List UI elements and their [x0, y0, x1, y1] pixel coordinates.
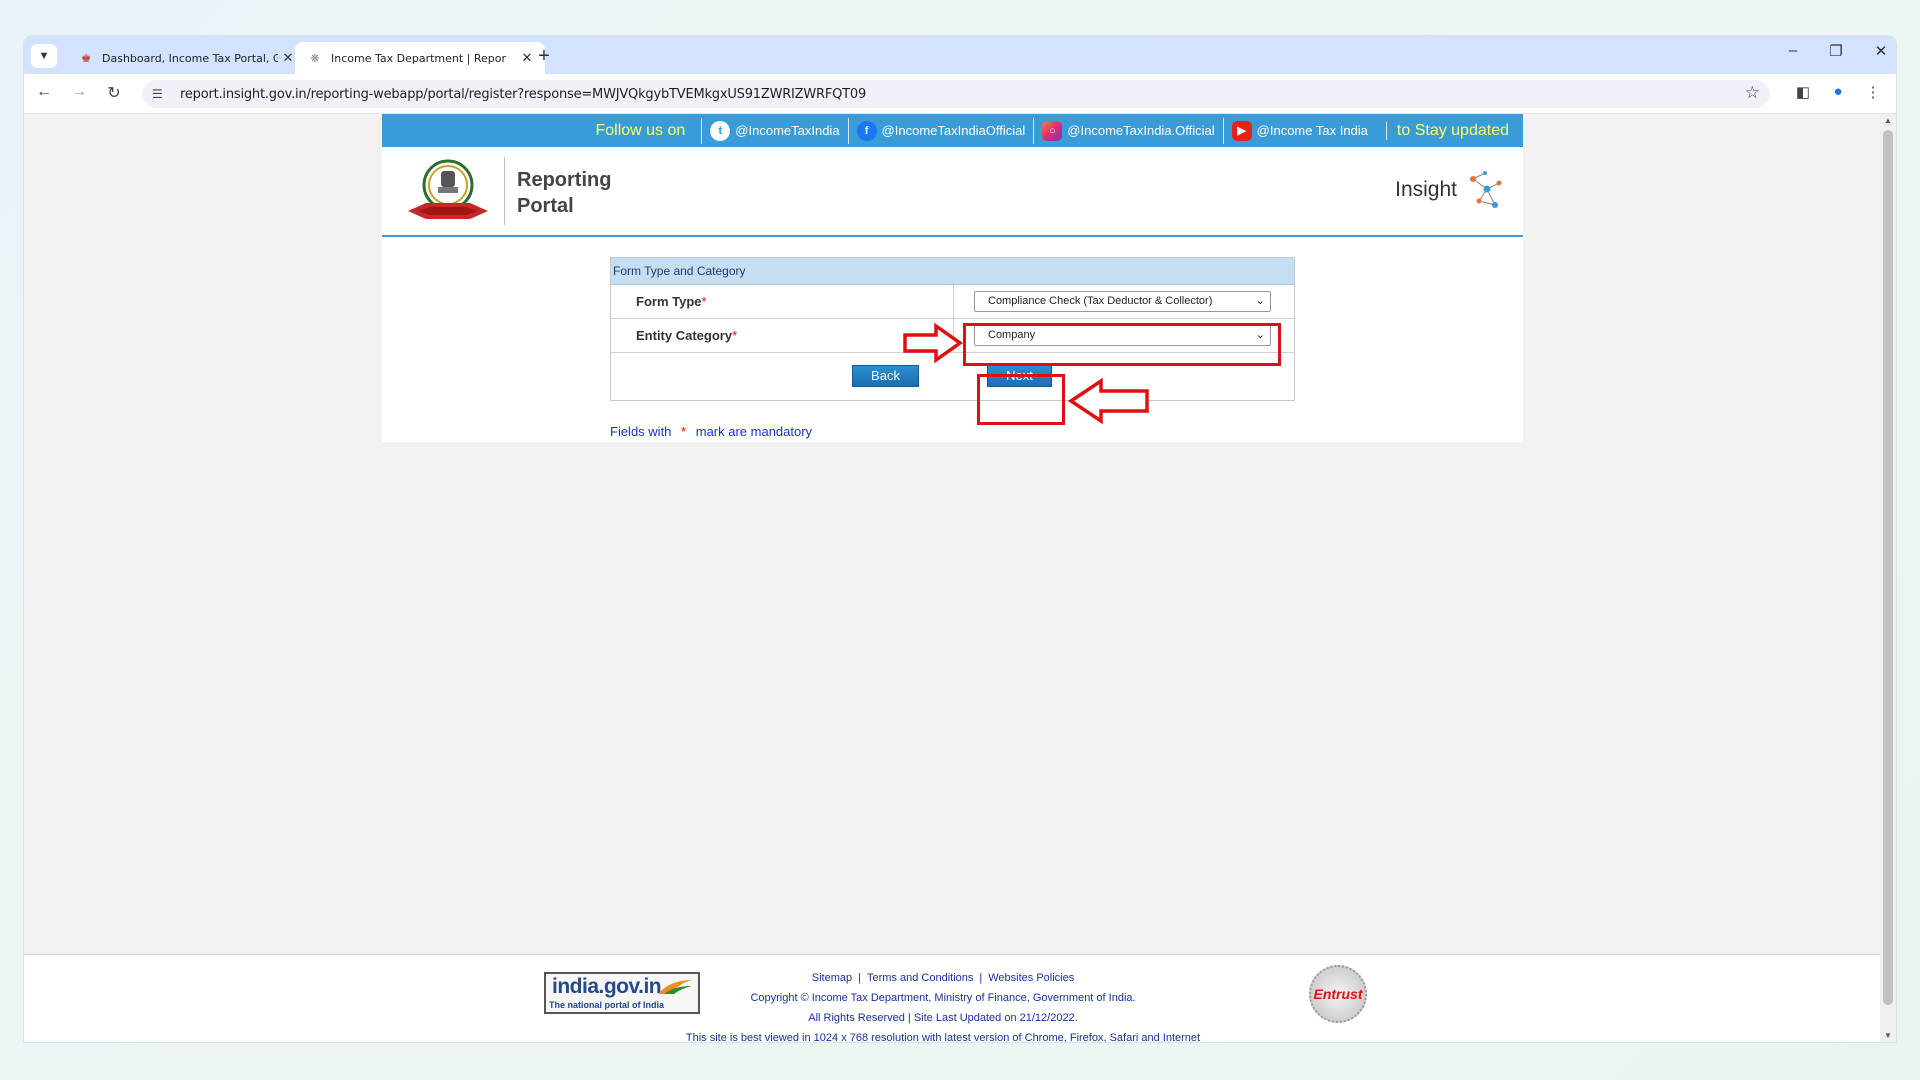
side-panel-icon[interactable]: ◧ [1792, 83, 1814, 101]
portal-header: Reporting Portal Insight [382, 147, 1523, 237]
follow-us-text: Follow us on [595, 121, 686, 139]
form-section-title: Form Type and Category [611, 258, 1294, 285]
scroll-up-icon[interactable]: ▲ [1880, 116, 1896, 125]
mandatory-note-suffix: mark are mandatory [695, 424, 813, 439]
tab-title: Dashboard, Income Tax Portal, G [102, 51, 278, 65]
menu-kebab-icon[interactable]: ⋮ [1862, 83, 1884, 101]
instagram-icon: ○ [1042, 120, 1063, 141]
site-settings-icon[interactable]: ☰ [152, 87, 174, 101]
social-bar: Follow us on t @IncomeTaxIndia f @Income… [382, 114, 1523, 147]
portal-title: Reporting Portal [517, 167, 657, 219]
form-type-row: Form Type* Compliance Check (Tax Deducto… [611, 285, 1294, 319]
footer-link-policies[interactable]: Websites Policies [988, 972, 1074, 984]
social-handle: @IncomeTaxIndiaOfficial [881, 123, 1026, 138]
insight-favicon-icon: ❋ [310, 51, 320, 65]
social-handle: @Income Tax India [1256, 123, 1368, 138]
social-handle: @IncomeTaxIndia.Official [1067, 123, 1215, 138]
social-link-youtube[interactable]: ▶ @Income Tax India [1222, 117, 1376, 144]
social-handle: @IncomeTaxIndia [735, 123, 840, 138]
reload-icon[interactable]: ↻ [103, 83, 125, 103]
insight-network-icon [1470, 171, 1502, 208]
page-viewport: Follow us on t @IncomeTaxIndia f @Income… [24, 114, 1896, 1042]
page-footer: india.gov.in The national portal of Indi… [24, 954, 1880, 1042]
portal-title-line2: Portal [517, 195, 574, 217]
tab-strip: ▼ ♚ Dashboard, Income Tax Portal, G ✕ ❋ … [24, 36, 1896, 74]
close-window-icon[interactable]: ✕ [1866, 42, 1896, 60]
browser-window: ▼ ♚ Dashboard, Income Tax Portal, G ✕ ❋ … [24, 36, 1896, 1042]
portal-title-line1: Reporting [517, 169, 612, 191]
back-button[interactable]: Back [852, 365, 919, 387]
entrust-badge-text: Entrust [1313, 986, 1363, 1002]
footer-copyright: Copyright © Income Tax Department, Minis… [750, 992, 1136, 1004]
footer-link-sitemap[interactable]: Sitemap [812, 972, 852, 984]
social-link-instagram[interactable]: ○ @IncomeTaxIndia.Official [1033, 117, 1222, 144]
income-tax-favicon-icon: ♚ [81, 51, 91, 65]
form-type-selected-value: Compliance Check (Tax Deductor & Collect… [988, 295, 1213, 307]
tab-search-button[interactable]: ▼ [31, 44, 57, 68]
india-gov-logo-text: india.gov.in [552, 975, 662, 998]
form-type-select[interactable]: Compliance Check (Tax Deductor & Collect… [974, 291, 1271, 312]
footer-text-block: Sitemap | Terms and Conditions | Websites Po… [664, 968, 1222, 1042]
form-type-label: Form Type* [611, 285, 954, 318]
arrow-left-annotation-icon [1067, 377, 1149, 425]
scroll-down-icon[interactable]: ▼ [1880, 1031, 1896, 1040]
youtube-icon: ▶ [1231, 120, 1252, 141]
url-text[interactable]: report.insight.gov.in/reporting-webapp/p… [180, 87, 866, 102]
tab-reporting-portal[interactable]: ❋ Income Tax Department | Repor ✕ [295, 42, 545, 74]
tab-dashboard[interactable]: ♚ Dashboard, Income Tax Portal, G ✕ [66, 42, 306, 74]
twitter-icon: t [710, 120, 731, 141]
stay-updated-text: to Stay updated [1385, 121, 1509, 140]
highlight-box-next [977, 374, 1065, 425]
header-divider [504, 157, 505, 225]
minimize-icon[interactable]: – [1778, 42, 1808, 59]
chevron-down-icon: ⌄ [1255, 295, 1265, 307]
scrollbar-thumb[interactable] [1883, 130, 1893, 1005]
form-type-label-text: Form Type [636, 294, 702, 309]
footer-links: Sitemap | Terms and Conditions | Websites Po… [811, 972, 1075, 984]
form-type-cell: Compliance Check (Tax Deductor & Collect… [954, 285, 1294, 318]
india-gov-logo-subtext: The national portal of India [549, 1000, 665, 1010]
tab-title: Income Tax Department | Repor [331, 51, 507, 65]
arrow-right-annotation-icon [903, 323, 964, 363]
highlight-box-form-type [963, 323, 1281, 366]
income-tax-emblem-logo [408, 159, 488, 219]
social-link-facebook[interactable]: f @IncomeTaxIndiaOfficial [847, 117, 1034, 144]
forward-arrow-icon[interactable]: → [68, 83, 90, 101]
required-mark: * [732, 328, 738, 343]
footer-best-viewed: This site is best viewed in 1024 x 768 r… [685, 1032, 1201, 1042]
bookmark-star-icon[interactable]: ☆ [1745, 83, 1760, 103]
mandatory-note-prefix: Fields with [610, 424, 672, 439]
social-link-twitter[interactable]: t @IncomeTaxIndia [701, 117, 847, 144]
entity-category-label-text: Entity Category [636, 328, 733, 343]
restore-icon[interactable]: ❐ [1821, 42, 1851, 60]
required-mark: * [701, 294, 707, 309]
footer-rights: All Rights Reserved | Site Last Updated … [808, 1012, 1078, 1024]
insight-logo: Insight [1395, 169, 1505, 211]
new-tab-button[interactable]: + [531, 45, 557, 67]
footer-link-terms[interactable]: Terms and Conditions [867, 972, 973, 984]
facebook-icon: f [856, 120, 877, 141]
page-scrollbar[interactable]: ▲ ▼ [1880, 114, 1896, 1042]
address-bar[interactable]: ☰ report.insight.gov.in/reporting-webapp… [142, 80, 1770, 108]
profile-avatar-icon[interactable]: ● [1827, 83, 1849, 100]
insight-brand-text: Insight [1395, 178, 1457, 201]
back-arrow-icon[interactable]: ← [33, 83, 55, 101]
portal-page: Follow us on t @IncomeTaxIndia f @Income… [382, 114, 1523, 442]
mandatory-note-mark: * [681, 424, 687, 439]
browser-toolbar: ← → ↻ ☰ report.insight.gov.in/reporting-… [24, 74, 1896, 114]
entrust-badge: Entrust [1309, 965, 1367, 1023]
mandatory-note: Fields with * mark are mandatory [610, 424, 812, 439]
